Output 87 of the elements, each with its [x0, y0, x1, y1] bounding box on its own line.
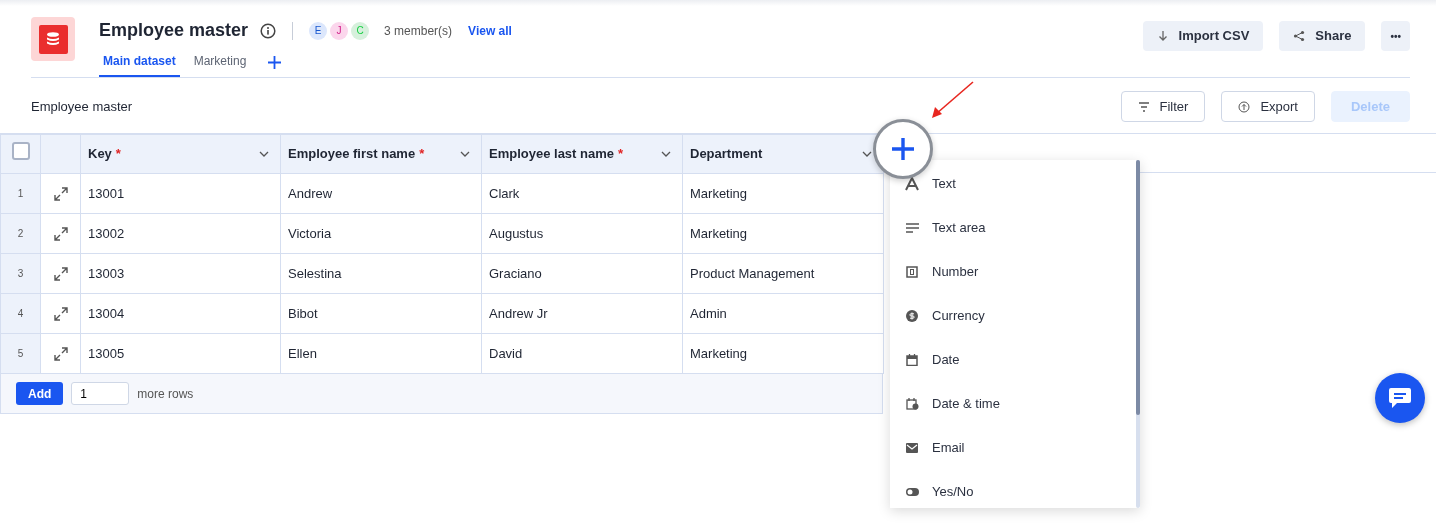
dataset-tab[interactable]: Main dataset — [99, 48, 180, 77]
table-cell: Selestina — [280, 253, 482, 294]
more-rows-label: more rows — [137, 385, 194, 403]
caret-icon — [259, 151, 269, 157]
filter-icon — [1137, 101, 1150, 112]
table-cell: Victoria — [280, 213, 482, 254]
menu-item[interactable]: Number — [890, 250, 1140, 294]
table-cell: Marketing — [682, 173, 884, 214]
menu-item[interactable]: Yes/No — [890, 470, 1140, 514]
table-cell: 13003 — [80, 253, 281, 294]
scrollbar[interactable] — [1136, 160, 1140, 508]
table-cell: Andrew — [280, 173, 482, 214]
row-number: 4 — [0, 293, 41, 334]
menu-item[interactable]: Text area — [890, 206, 1140, 250]
member-avatar[interactable]: E — [309, 21, 328, 40]
view-all-link[interactable]: View all — [468, 21, 512, 40]
import-button[interactable]: Import CSV — [1142, 21, 1264, 51]
dataset-title: Employee master — [99, 19, 249, 42]
annotation-arrow — [932, 81, 974, 118]
menu-item[interactable]: Email — [890, 426, 1140, 470]
table-cell: Graciano — [481, 253, 683, 294]
app-logo — [31, 17, 75, 61]
caret-icon — [460, 151, 470, 157]
menu-item[interactable]: Date & time — [890, 382, 1140, 426]
chat-button[interactable] — [1375, 373, 1425, 423]
dataset-tab[interactable]: Marketing — [189, 48, 251, 77]
download-arrow-icon — [1156, 30, 1169, 42]
caret-icon — [661, 151, 671, 157]
column-header[interactable]: Employee last name * — [481, 134, 683, 174]
share-icon — [1293, 30, 1306, 42]
table-cell: Clark — [481, 173, 683, 214]
plus-icon — [890, 136, 916, 162]
filter-button[interactable]: Filter — [1120, 91, 1206, 122]
required-asterisk: * — [419, 145, 425, 164]
caret-icon — [862, 151, 872, 157]
info-icon[interactable] — [260, 22, 277, 39]
export-button[interactable]: Export — [1221, 91, 1315, 122]
menu-item[interactable]: Text — [890, 162, 1140, 206]
required-asterisk: * — [115, 145, 121, 164]
table-cell: David — [481, 333, 683, 374]
number-box-icon — [906, 266, 918, 278]
menu-item[interactable]: Date — [890, 338, 1140, 382]
row-number: 1 — [0, 173, 41, 214]
more-button[interactable]: ••• — [1381, 21, 1410, 51]
row-number: 3 — [0, 253, 41, 294]
add-column-button[interactable] — [873, 119, 933, 179]
table-cell: Andrew Jr — [481, 293, 683, 334]
table-title: Employee master — [31, 97, 133, 116]
table-cell: 13004 — [80, 293, 281, 334]
column-header[interactable]: Key * — [80, 134, 281, 174]
table-cell: Marketing — [682, 213, 884, 254]
member-avatar[interactable]: J — [330, 21, 349, 40]
letter-a-icon — [905, 177, 919, 191]
expand-icon[interactable] — [52, 346, 69, 363]
table-cell: Marketing — [682, 333, 884, 374]
table-cell: 13002 — [80, 213, 281, 254]
table-cell: 13005 — [80, 333, 281, 374]
column-header[interactable]: Department — [682, 134, 884, 174]
dollar-coin-icon — [906, 310, 918, 322]
row-number: 2 — [0, 213, 41, 254]
table-cell: Product Management — [682, 253, 884, 294]
chat-icon — [1388, 387, 1412, 409]
required-asterisk: * — [618, 145, 624, 164]
calendar-clock-icon — [905, 398, 919, 410]
add-tab-icon[interactable] — [268, 56, 282, 69]
expand-icon[interactable] — [52, 266, 69, 283]
row-number: 5 — [0, 333, 41, 374]
upload-circle-icon — [1238, 100, 1251, 113]
envelope-icon — [906, 443, 918, 453]
calendar-icon — [906, 354, 918, 366]
add-rows-button[interactable]: Add — [16, 382, 64, 405]
table-cell: Augustus — [481, 213, 683, 254]
row-count-field[interactable]: 1 — [71, 382, 130, 405]
expand-icon[interactable] — [52, 186, 69, 203]
table-cell: Ellen — [280, 333, 482, 374]
column-header[interactable]: Employee first name * — [280, 134, 482, 174]
expand-icon[interactable] — [52, 306, 69, 323]
table-cell: 13001 — [80, 173, 281, 214]
expand-icon[interactable] — [52, 226, 69, 243]
table-cell: Bibot — [280, 293, 482, 334]
toggle-icon — [905, 488, 919, 496]
select-all-checkbox[interactable] — [11, 142, 30, 161]
share-button[interactable]: Share — [1279, 21, 1366, 51]
member-count: 3 member(s) — [384, 22, 453, 40]
table-cell: Admin — [682, 293, 884, 334]
lines-icon — [905, 223, 919, 233]
menu-item[interactable]: Currency — [890, 294, 1140, 338]
